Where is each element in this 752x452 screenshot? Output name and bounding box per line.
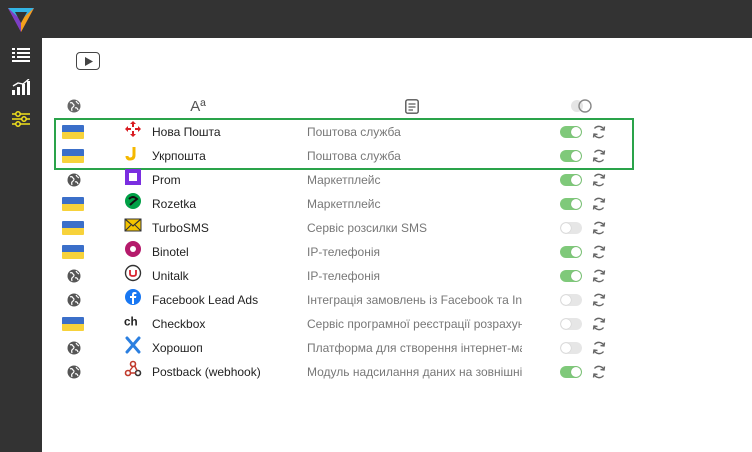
ukraine-flag-icon — [62, 216, 84, 240]
refresh-icon[interactable] — [591, 168, 607, 192]
refresh-icon[interactable] — [591, 264, 607, 288]
enable-toggle[interactable] — [560, 192, 582, 216]
integration-description: Поштова служба — [307, 125, 401, 139]
ukraine-flag-icon — [62, 240, 84, 264]
integration-name[interactable]: Хорошоп — [152, 336, 203, 360]
table-row[interactable]: ch Checkbox Сервіс програмної реєстрації р… — [54, 312, 614, 336]
name-column-header: Aª — [190, 97, 206, 115]
ukraine-flag-icon — [62, 192, 84, 216]
integration-description: Сервіс розсилки SMS — [307, 221, 427, 235]
enable-toggle[interactable] — [560, 168, 582, 192]
integration-name[interactable]: Facebook Lead Ads — [152, 288, 258, 312]
ukraine-flag-icon — [62, 312, 84, 336]
svg-text:ch: ch — [124, 316, 138, 329]
integration-description: Маркетплейс — [307, 197, 381, 211]
novaposhta-icon — [124, 120, 142, 138]
refresh-icon[interactable] — [591, 192, 607, 216]
table-row[interactable]: Unitalk IP-телефонія — [54, 264, 614, 288]
refresh-icon[interactable] — [591, 144, 607, 168]
integration-name[interactable]: Prom — [152, 168, 181, 192]
integration-name[interactable]: Postback (webhook) — [152, 360, 261, 384]
integration-name[interactable]: Binotel — [152, 240, 189, 264]
enable-toggle[interactable] — [560, 144, 582, 168]
binotel-icon — [124, 240, 142, 258]
globe-icon — [67, 99, 81, 113]
enable-toggle[interactable] — [560, 360, 582, 384]
integration-description: Маркетплейс — [307, 173, 381, 187]
integration-name[interactable]: TurboSMS — [152, 216, 209, 240]
video-tutorial-button[interactable] — [76, 52, 100, 70]
unitalk-icon — [124, 264, 142, 282]
table-row[interactable]: Prom Маркетплейс — [54, 168, 614, 192]
main-panel: Aª Нова Пошта Поштова служба Укрпошта Пошто… — [42, 38, 752, 452]
globe-icon — [67, 360, 81, 384]
checkbox-icon: ch — [124, 312, 142, 330]
integration-description: IP-телефонія — [307, 245, 380, 259]
enable-toggle[interactable] — [560, 216, 582, 240]
refresh-icon[interactable] — [591, 312, 607, 336]
integration-name[interactable]: Checkbox — [152, 312, 205, 336]
globe-icon — [67, 168, 81, 192]
enable-toggle[interactable] — [560, 240, 582, 264]
ukrposhta-icon — [124, 144, 142, 162]
play-icon — [84, 56, 93, 66]
sidebar — [0, 38, 42, 452]
table-row[interactable]: Rozetka Маркетплейс — [54, 192, 614, 216]
integration-name[interactable]: Rozetka — [152, 192, 196, 216]
table-row[interactable]: Нова Пошта Поштова служба — [54, 120, 614, 144]
ukraine-flag-icon — [62, 120, 84, 144]
enable-toggle[interactable] — [560, 264, 582, 288]
enable-toggle[interactable] — [560, 120, 582, 144]
enable-toggle[interactable] — [560, 288, 582, 312]
description-column-header — [404, 98, 420, 114]
integration-description: Платформа для створення інтернет-ма... — [307, 341, 522, 355]
integration-name[interactable]: Нова Пошта — [152, 120, 221, 144]
horoshop-icon — [124, 336, 142, 354]
enable-toggle[interactable] — [560, 312, 582, 336]
integration-name[interactable]: Unitalk — [152, 264, 189, 288]
refresh-icon[interactable] — [591, 360, 607, 384]
ukraine-flag-icon — [62, 144, 84, 168]
integration-description: Інтеграція замовлень із Facebook та In..… — [307, 293, 522, 307]
refresh-icon[interactable] — [591, 288, 607, 312]
turbosms-icon — [124, 216, 142, 234]
refresh-icon[interactable] — [591, 336, 607, 360]
status-column-header — [570, 98, 592, 114]
integration-description: Поштова служба — [307, 149, 401, 163]
globe-icon — [67, 264, 81, 288]
integration-description: Сервіс програмної реєстрації розрахун... — [307, 317, 522, 331]
app-logo[interactable] — [6, 6, 36, 34]
settings-sliders-icon[interactable] — [10, 108, 32, 130]
integration-description: Модуль надсилання даних на зовнішні... — [307, 365, 522, 379]
integration-name[interactable]: Укрпошта — [152, 144, 206, 168]
top-bar — [0, 0, 752, 38]
list-icon[interactable] — [10, 44, 32, 66]
toggle-status-icon — [571, 99, 592, 113]
rozetka-icon — [124, 192, 142, 210]
document-icon — [405, 98, 419, 114]
table-row[interactable]: TurboSMS Сервіс розсилки SMS — [54, 216, 614, 240]
globe-icon — [67, 336, 81, 360]
enable-toggle[interactable] — [560, 336, 582, 360]
prom-icon — [124, 168, 142, 186]
table-row[interactable]: Facebook Lead Ads Інтеграція замовлень із… — [54, 288, 614, 312]
refresh-icon[interactable] — [591, 240, 607, 264]
analytics-icon[interactable] — [10, 76, 32, 98]
webhook-icon — [124, 360, 142, 378]
refresh-icon[interactable] — [591, 120, 607, 144]
table-row[interactable]: Binotel IP-телефонія — [54, 240, 614, 264]
refresh-icon[interactable] — [591, 216, 607, 240]
table-row[interactable]: Укрпошта Поштова служба — [54, 144, 614, 168]
region-column-header — [66, 98, 82, 114]
table-row[interactable]: Postback (webhook) Модуль надсилання дани… — [54, 360, 614, 384]
integration-description: IP-телефонія — [307, 269, 380, 283]
facebook-icon — [124, 288, 142, 306]
globe-icon — [67, 288, 81, 312]
table-row[interactable]: Хорошоп Платформа для створення інтернет-… — [54, 336, 614, 360]
